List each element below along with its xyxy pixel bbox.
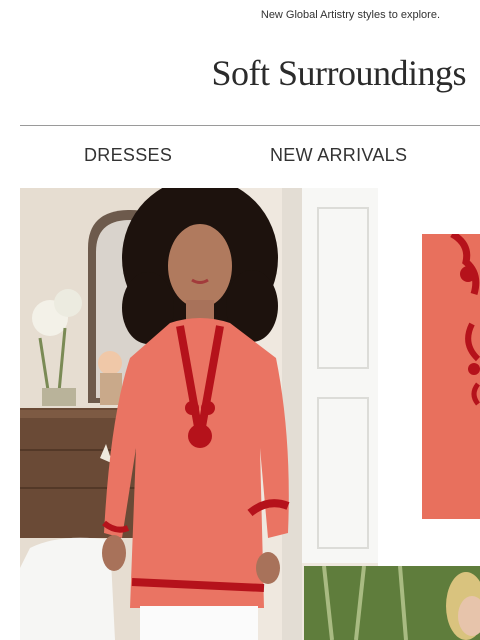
nav-item-dresses[interactable]: DRESSES <box>84 145 172 166</box>
brand-logo[interactable]: Soft Surroundings <box>211 52 466 94</box>
header-divider <box>20 125 480 126</box>
nav-item-new-arrivals[interactable]: NEW ARRIVALS <box>270 145 407 166</box>
main-nav: DRESSES NEW ARRIVALS <box>0 145 480 169</box>
secondary-photo-illustration <box>304 566 480 640</box>
secondary-product-image[interactable] <box>304 566 480 640</box>
detail-product-image[interactable] <box>422 234 480 519</box>
detail-photo-illustration <box>422 234 480 519</box>
preheader-text[interactable]: New Global Artistry styles to explore. <box>261 9 440 21</box>
